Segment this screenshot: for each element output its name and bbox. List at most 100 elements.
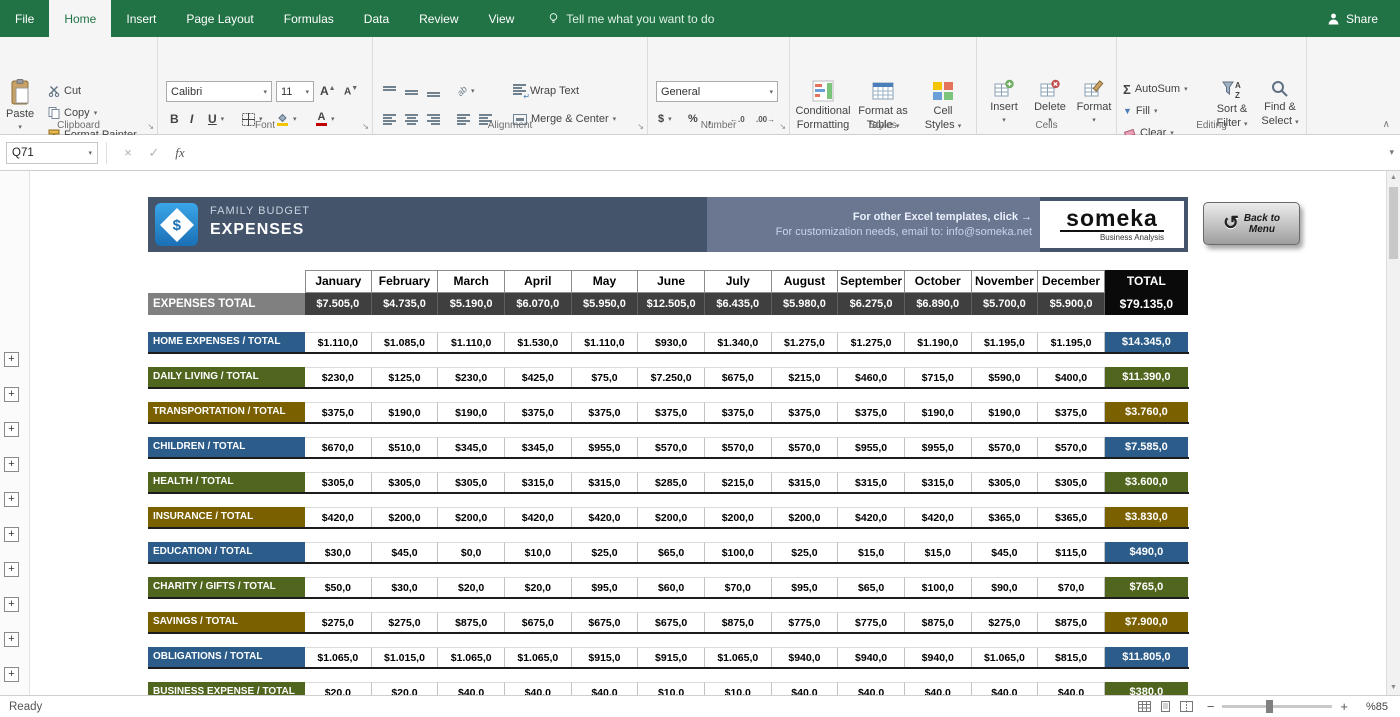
value-cell[interactable]: $95,0 — [572, 577, 639, 597]
value-cell[interactable]: $375,0 — [505, 402, 572, 422]
outline-expand-button[interactable]: + — [4, 492, 19, 507]
expenses-total-value-cell[interactable]: $4.735,0 — [372, 293, 439, 315]
outline-expand-button[interactable]: + — [4, 667, 19, 682]
value-cell[interactable]: $940,0 — [905, 647, 972, 667]
value-cell[interactable]: $10,0 — [505, 542, 572, 562]
value-cell[interactable]: $955,0 — [905, 437, 972, 457]
category-total-cell[interactable]: $380,0 — [1105, 682, 1188, 695]
value-cell[interactable]: $375,0 — [705, 402, 772, 422]
month-header-cell[interactable]: July — [705, 270, 772, 293]
value-cell[interactable]: $305,0 — [972, 472, 1039, 492]
category-label-cell[interactable]: CHARITY / GIFTS / TOTAL — [148, 577, 305, 597]
value-cell[interactable]: $190,0 — [972, 402, 1039, 422]
value-cell[interactable]: $230,0 — [438, 367, 505, 387]
value-cell[interactable]: $25,0 — [572, 542, 639, 562]
month-header-cell[interactable]: February — [372, 270, 439, 293]
value-cell[interactable]: $40,0 — [438, 682, 505, 695]
worksheet-area[interactable]: $ FAMILY BUDGET EXPENSES For other Excel… — [0, 171, 1386, 695]
value-cell[interactable]: $100,0 — [705, 542, 772, 562]
formula-input[interactable] — [201, 142, 1383, 164]
tell-me-box[interactable]: Tell me what you want to do — [547, 0, 714, 37]
value-cell[interactable]: $1.065,0 — [705, 647, 772, 667]
value-cell[interactable]: $7.250,0 — [638, 367, 705, 387]
category-label-cell[interactable]: EDUCATION / TOTAL — [148, 542, 305, 562]
align-middle-button[interactable] — [405, 81, 418, 101]
value-cell[interactable]: $10,0 — [638, 682, 705, 695]
value-cell[interactable]: $45,0 — [972, 542, 1039, 562]
value-cell[interactable]: $675,0 — [572, 612, 639, 632]
value-cell[interactable]: $0,0 — [438, 542, 505, 562]
autosum-button[interactable]: Σ AutoSum ▾ — [1123, 79, 1188, 99]
value-cell[interactable]: $40,0 — [1038, 682, 1105, 695]
value-cell[interactable]: $315,0 — [572, 472, 639, 492]
tab-view[interactable]: View — [474, 0, 530, 37]
value-cell[interactable]: $1.065,0 — [972, 647, 1039, 667]
expenses-total-label[interactable]: EXPENSES TOTAL — [148, 293, 305, 315]
value-cell[interactable]: $915,0 — [638, 647, 705, 667]
value-cell[interactable]: $375,0 — [772, 402, 839, 422]
value-cell[interactable]: $590,0 — [972, 367, 1039, 387]
tab-data[interactable]: Data — [349, 0, 404, 37]
category-label-cell[interactable]: BUSINESS EXPENSE / TOTAL — [148, 682, 305, 695]
value-cell[interactable]: $510,0 — [372, 437, 439, 457]
tab-formulas[interactable]: Formulas — [269, 0, 349, 37]
value-cell[interactable]: $75,0 — [572, 367, 639, 387]
value-cell[interactable]: $125,0 — [372, 367, 439, 387]
value-cell[interactable]: $15,0 — [838, 542, 905, 562]
expenses-grand-total-cell[interactable]: $79.135,0 — [1105, 293, 1188, 315]
value-cell[interactable]: $1.195,0 — [1038, 332, 1105, 352]
value-cell[interactable]: $215,0 — [772, 367, 839, 387]
zoom-out-button[interactable]: − — [1207, 699, 1215, 714]
expenses-total-value-cell[interactable]: $5.980,0 — [772, 293, 839, 315]
value-cell[interactable]: $200,0 — [438, 507, 505, 527]
value-cell[interactable]: $20,0 — [305, 682, 372, 695]
align-top-button[interactable] — [383, 81, 396, 101]
expenses-total-value-cell[interactable]: $7.505,0 — [305, 293, 372, 315]
value-cell[interactable]: $115,0 — [1038, 542, 1105, 562]
value-cell[interactable]: $90,0 — [972, 577, 1039, 597]
category-label-cell[interactable]: HOME EXPENSES / TOTAL — [148, 332, 305, 352]
value-cell[interactable]: $875,0 — [905, 612, 972, 632]
value-cell[interactable]: $305,0 — [372, 472, 439, 492]
tab-page-layout[interactable]: Page Layout — [171, 0, 268, 37]
value-cell[interactable]: $305,0 — [1038, 472, 1105, 492]
expenses-total-value-cell[interactable]: $6.070,0 — [505, 293, 572, 315]
value-cell[interactable]: $20,0 — [505, 577, 572, 597]
value-cell[interactable]: $10,0 — [705, 682, 772, 695]
orientation-button[interactable]: ab▾ — [457, 81, 475, 101]
value-cell[interactable]: $275,0 — [305, 612, 372, 632]
value-cell[interactable]: $200,0 — [372, 507, 439, 527]
value-cell[interactable]: $570,0 — [638, 437, 705, 457]
value-cell[interactable]: $940,0 — [838, 647, 905, 667]
value-cell[interactable]: $30,0 — [372, 577, 439, 597]
value-cell[interactable]: $20,0 — [372, 682, 439, 695]
wrap-text-button[interactable]: ↵ Wrap Text — [513, 81, 579, 101]
value-cell[interactable]: $815,0 — [1038, 647, 1105, 667]
value-cell[interactable]: $400,0 — [1038, 367, 1105, 387]
value-cell[interactable]: $345,0 — [505, 437, 572, 457]
value-cell[interactable]: $570,0 — [972, 437, 1039, 457]
value-cell[interactable]: $315,0 — [505, 472, 572, 492]
value-cell[interactable]: $100,0 — [905, 577, 972, 597]
value-cell[interactable]: $305,0 — [305, 472, 372, 492]
month-header-cell[interactable]: March — [438, 270, 505, 293]
category-total-cell[interactable]: $490,0 — [1105, 542, 1188, 562]
value-cell[interactable]: $315,0 — [838, 472, 905, 492]
outline-expand-button[interactable]: + — [4, 562, 19, 577]
value-cell[interactable]: $715,0 — [905, 367, 972, 387]
month-header-cell[interactable]: December — [1038, 270, 1105, 293]
category-label-cell[interactable]: INSURANCE / TOTAL — [148, 507, 305, 527]
value-cell[interactable]: $40,0 — [838, 682, 905, 695]
value-cell[interactable]: $670,0 — [305, 437, 372, 457]
value-cell[interactable]: $95,0 — [772, 577, 839, 597]
value-cell[interactable]: $675,0 — [705, 367, 772, 387]
value-cell[interactable]: $25,0 — [772, 542, 839, 562]
value-cell[interactable]: $1.275,0 — [772, 332, 839, 352]
value-cell[interactable]: $1.065,0 — [305, 647, 372, 667]
value-cell[interactable]: $65,0 — [838, 577, 905, 597]
value-cell[interactable]: $200,0 — [638, 507, 705, 527]
value-cell[interactable]: $940,0 — [772, 647, 839, 667]
expenses-total-value-cell[interactable]: $5.190,0 — [438, 293, 505, 315]
month-header-cell[interactable]: November — [972, 270, 1039, 293]
expenses-total-value-cell[interactable]: $12.505,0 — [638, 293, 705, 315]
